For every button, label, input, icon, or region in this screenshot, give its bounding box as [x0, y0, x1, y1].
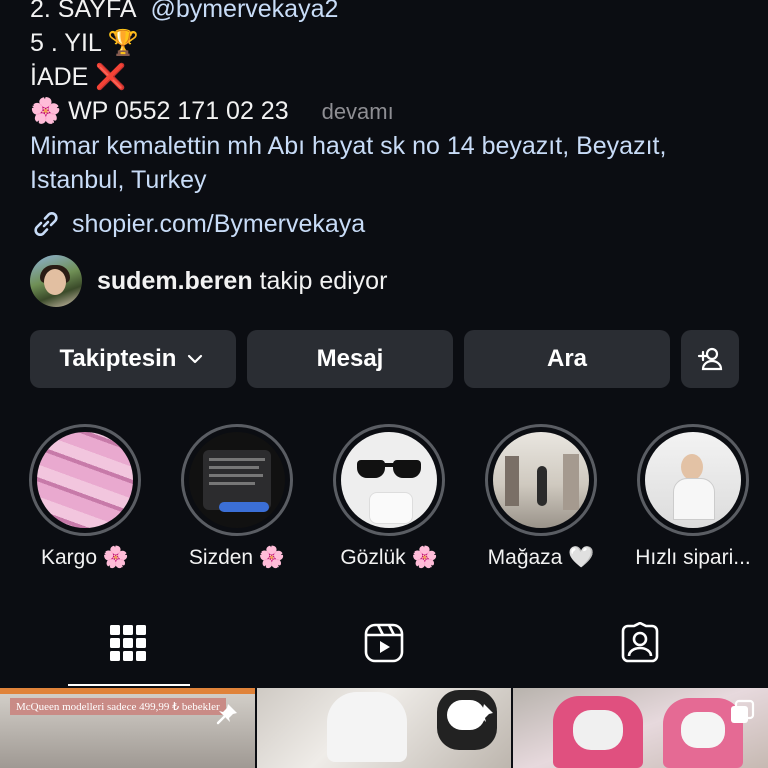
highlight-hizli-siparis[interactable]: Hızlı sipari... [634, 424, 752, 570]
highlight-cover-boxes [37, 432, 133, 528]
bio-address-link[interactable]: Mimar kemalettin mh Abı hayat sk no 14 b… [30, 129, 748, 197]
post-thumbnail[interactable] [256, 688, 512, 768]
call-button-label: Ara [546, 345, 588, 372]
highlight-magaza[interactable]: Mağaza 🤍 [482, 424, 600, 570]
pin-icon [216, 701, 237, 725]
highlight-label: Hızlı sipari... [635, 546, 751, 569]
highlight-cover-chat [189, 432, 285, 528]
highlight-label: Gözlük 🌸 [340, 546, 438, 569]
highlight-cover-glasses [341, 432, 437, 528]
call-button[interactable]: Ara [464, 330, 670, 388]
mutual-follower-suffix: takip ediyor [259, 266, 388, 295]
highlight-label: Sizden 🌸 [188, 546, 286, 569]
bio-phone: 🌸 WP 0552 171 02 23 [30, 97, 289, 125]
avatar [30, 255, 82, 307]
posts-grid: McQueen modelleri sadece 499,99 ₺ bebekl… [0, 688, 768, 768]
following-button[interactable]: Takiptesin [30, 330, 236, 388]
link-icon [34, 211, 58, 237]
profile-actions: Takiptesin Mesaj Ara [30, 330, 739, 388]
tab-tagged[interactable] [512, 600, 768, 686]
post-caption-overlay: McQueen modelleri sadece 499,99 ₺ bebekl… [10, 698, 226, 715]
highlight-kargo[interactable]: Kargo 🌸 [26, 424, 144, 570]
website-link-text: shopier.com/Bymervekaya [72, 209, 366, 238]
message-button[interactable]: Mesaj [247, 330, 453, 388]
tagged-person-icon [621, 622, 659, 663]
add-person-icon [697, 347, 723, 371]
highlight-sizden[interactable]: Sizden 🌸 [178, 424, 296, 570]
message-button-label: Mesaj [316, 345, 384, 372]
bio-handle-link[interactable]: @bymervekaya2 [150, 0, 338, 23]
bio-line-4: 🌸 WP 0552 171 02 23 devamı [30, 94, 748, 129]
post-thumbnail[interactable] [513, 688, 768, 768]
bio-line-3: İADE ❌ [30, 63, 127, 91]
mutual-follower-username: sudem.beren [97, 266, 253, 295]
chevron-down-icon [188, 354, 203, 364]
profile-bio: 2. SAYFA @bymervekaya2 5 . YIL 🏆 İADE ❌ … [30, 0, 748, 241]
grid-icon [110, 625, 146, 661]
highlight-cover-person [645, 432, 741, 528]
highlight-label: Kargo 🌸 [40, 546, 130, 569]
post-thumbnail[interactable]: McQueen modelleri sadece 499,99 ₺ bebekl… [0, 688, 255, 768]
bio-page-label: 2. SAYFA [30, 0, 137, 23]
multiple-posts-icon [731, 699, 755, 723]
highlight-cover-store [493, 432, 589, 528]
highlight-label: Mağaza 🤍 [487, 546, 595, 569]
bio-website-link[interactable]: shopier.com/Bymervekaya [30, 207, 748, 241]
tab-posts-grid[interactable] [0, 600, 256, 686]
bio-line-2: 5 . YIL 🏆 [30, 29, 139, 57]
bio-more-link[interactable]: devamı [322, 99, 394, 124]
mutual-follower[interactable]: sudem.beren takip ediyor [30, 255, 387, 307]
bio-line-1: 2. SAYFA @bymervekaya2 [30, 0, 748, 26]
profile-tabs [0, 600, 768, 686]
pin-icon [473, 701, 494, 725]
reels-icon [364, 623, 404, 663]
following-button-label: Takiptesin [59, 345, 177, 372]
tab-reels[interactable] [256, 600, 512, 686]
suggest-people-button[interactable] [681, 330, 739, 388]
highlight-gozluk[interactable]: Gözlük 🌸 [330, 424, 448, 570]
story-highlights: Kargo 🌸 Sizden 🌸 Gözlük 🌸 Mağaza 🤍 Hızlı… [26, 424, 752, 570]
mutual-follower-text: sudem.beren takip ediyor [97, 267, 387, 296]
